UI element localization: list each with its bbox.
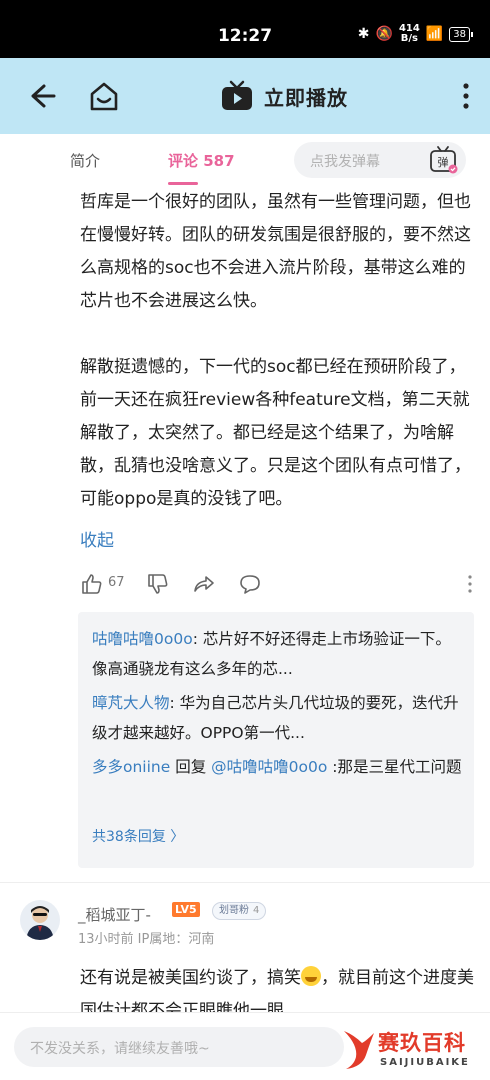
reply-text: :那是三星代工问题: [327, 758, 462, 776]
view-all-replies-link[interactable]: 共38条回复 〉: [92, 826, 184, 846]
comment-meta: 13小时前 IP属地：河南: [78, 932, 215, 947]
watermark-subtext: SAIJIUBAIKE: [380, 1057, 470, 1068]
play-now-button[interactable]: 立即播放: [220, 78, 348, 114]
reply-author[interactable]: 暲芃大人物: [92, 694, 170, 712]
comment-input[interactable]: 不发没关系，请继续友善哦~: [14, 1027, 344, 1067]
svg-text:弹: 弹: [438, 155, 449, 169]
comment-more-icon[interactable]: [458, 572, 482, 596]
comment-username[interactable]: _稻城亚丁-: [78, 904, 151, 925]
comment-input-placeholder: 不发没关系，请继续友善哦~: [30, 1041, 210, 1057]
battery-icon: 38: [449, 26, 473, 42]
tab-bar: 简介 评论 587 点我发弹幕 弹: [0, 134, 490, 186]
bottom-input-bar: 不发没关系，请继续友善哦~ 赛玖百科 SAIJIUBAIKE: [0, 1012, 490, 1080]
replies-box[interactable]: 咕噜咕噜0o0o: 芯片好不好还得走上市场验证一下。像高通骁龙有这么多年的芯..…: [78, 612, 474, 868]
comment-area: 哲库是一个很好的团队，虽然有一些管理问题，但也在慢慢好转。团队的研发氛围是很舒服…: [0, 186, 490, 1080]
net-speed: 414 B/s: [398, 23, 420, 44]
reply-item[interactable]: 暲芃大人物: 华为自己芯片头几代垃圾的要死，迭代升级才越来越好。OPPO第一代.…: [92, 688, 464, 748]
more-vertical-icon[interactable]: [460, 80, 472, 112]
reply-item[interactable]: 多多oniine 回复 @咕噜咕噜0o0o :那是三星代工问题: [92, 752, 464, 782]
reply-author[interactable]: 多多oniine: [92, 758, 170, 776]
tv-play-icon: [222, 80, 252, 110]
fan-badge[interactable]: 划哥粉 4: [212, 902, 267, 920]
comment-paragraph-1: 哲库是一个很好的团队，虽然有一些管理问题，但也在慢慢好转。团队的研发氛围是很舒服…: [80, 192, 471, 311]
share-icon[interactable]: [192, 572, 216, 596]
laugh-emoji-icon: [301, 966, 321, 986]
back-arrow-icon[interactable]: [22, 78, 58, 114]
thumbs-up-icon[interactable]: [80, 572, 104, 596]
reply-bubble-icon[interactable]: [238, 572, 262, 596]
comment-paragraph-2: 解散挺遗憾的，下一代的soc都已经在预研阶段了，前一天还在疯狂review各种f…: [80, 357, 471, 509]
comment-actions: 67: [80, 570, 480, 600]
danmu-toggle-icon[interactable]: 弹: [428, 145, 458, 175]
status-bar: 12:27 ✱ 🔕 414 B/s 📶 38: [0, 0, 490, 58]
divider: [0, 882, 490, 883]
like-count: 67: [108, 575, 125, 590]
collapse-link[interactable]: 收起: [80, 526, 114, 551]
danmu-input[interactable]: 点我发弹幕 弹: [294, 142, 466, 178]
status-icons: ✱ 🔕 414 B/s 📶 38: [357, 23, 473, 44]
user-avatar-icon: [26, 906, 54, 940]
reply-target[interactable]: @咕噜咕噜0o0o: [211, 758, 327, 776]
danmu-placeholder: 点我发弹幕: [310, 154, 380, 170]
reply-item[interactable]: 咕噜咕噜0o0o: 芯片好不好还得走上市场验证一下。像高通骁龙有这么多年的芯..…: [92, 624, 464, 684]
tab-intro[interactable]: 简介: [70, 150, 100, 171]
bluetooth-icon: ✱: [357, 26, 370, 42]
watermark-text: 赛玖百科: [378, 1031, 466, 1055]
app-bar: 立即播放: [0, 58, 490, 134]
watermark-logo: 赛玖百科 SAIJIUBAIKE: [338, 1023, 488, 1079]
home-icon[interactable]: [86, 78, 122, 114]
level-badge: LV5: [172, 902, 200, 917]
avatar[interactable]: [20, 900, 60, 940]
reply-author[interactable]: 咕噜咕噜0o0o: [92, 630, 193, 648]
watermark-tail-icon: [344, 1031, 374, 1069]
play-now-label: 立即播放: [264, 85, 348, 110]
tab-comments[interactable]: 评论 587: [168, 150, 235, 171]
mute-icon: 🔕: [375, 26, 393, 42]
signal-icon: 📶: [425, 26, 444, 42]
tab-underline: [168, 182, 198, 185]
thumbs-down-icon[interactable]: [146, 572, 170, 596]
